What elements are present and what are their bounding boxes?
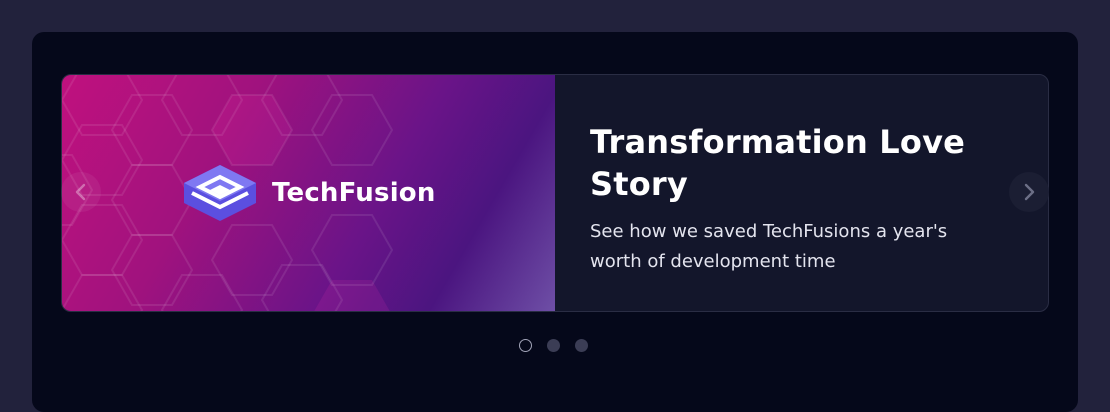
techfusion-logo: TechFusion xyxy=(182,163,436,223)
logo-mark-icon xyxy=(184,165,256,221)
carousel-pagination xyxy=(519,339,588,352)
slide-card: TechFusion Transformation Love Story See… xyxy=(61,74,1049,312)
slide-content: Transformation Love Story See how we sav… xyxy=(590,121,990,277)
previous-slide-button[interactable] xyxy=(61,172,101,212)
slide-description: See how we saved TechFusions a year's wo… xyxy=(590,221,948,272)
brand-name: TechFusion xyxy=(272,178,436,208)
next-slide-button[interactable] xyxy=(1009,172,1049,212)
slide-image: TechFusion xyxy=(62,75,555,311)
pagination-dot-1[interactable] xyxy=(519,339,532,352)
pagination-dot-2[interactable] xyxy=(547,339,560,352)
slide-title: Transformation Love Story xyxy=(590,123,966,203)
chevron-right-icon xyxy=(1024,183,1035,201)
pagination-dot-3[interactable] xyxy=(575,339,588,352)
chevron-left-icon xyxy=(75,183,86,201)
